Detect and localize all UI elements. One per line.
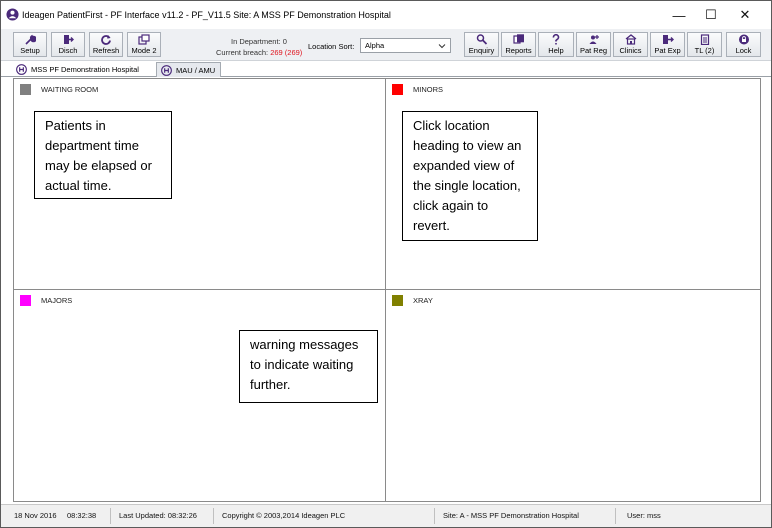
refresh-icon [101, 35, 111, 45]
pat-reg-button[interactable]: Pat Reg [576, 32, 611, 57]
location-sort-label: Location Sort: [308, 42, 355, 51]
clinics-label: Clinics [619, 46, 642, 55]
patient-register-icon [589, 35, 599, 44]
location-color-swatch [392, 295, 403, 306]
location-name: WAITING ROOM [41, 85, 99, 94]
in-department-value: 0 [282, 37, 287, 46]
status-divider [213, 508, 214, 524]
help-icon [552, 34, 560, 45]
search-icon [476, 34, 487, 45]
mode-label: Mode 2 [131, 46, 157, 55]
current-breach-value: 269 (269) [270, 48, 303, 57]
current-breach-stat: Current breach: 269 (269) [216, 48, 302, 57]
reports-label: Reports [505, 46, 532, 55]
maximize-button[interactable]: ☐ [694, 1, 728, 29]
callout-waiting-time-note: Patients in department time may be elaps… [34, 111, 172, 199]
refresh-button[interactable]: Refresh [89, 32, 123, 57]
clinics-button[interactable]: Clinics [613, 32, 648, 57]
title-bar: Ideagen PatientFirst - PF Interface v11.… [1, 1, 771, 29]
lock-icon [738, 34, 749, 45]
disch-button[interactable]: Disch [51, 32, 85, 57]
status-last-updated: Last Updated: 08:32:26 [119, 511, 197, 520]
enquiry-label: Enquiry [468, 46, 495, 55]
close-icon: ✕ [739, 7, 751, 22]
status-date: 18 Nov 2016 [14, 511, 57, 520]
hospital-icon [16, 64, 27, 75]
tab-mau-amu[interactable]: MAU / AMU [156, 62, 222, 77]
location-sort-select[interactable]: Alpha [360, 38, 451, 53]
pat-exp-label: Pat Exp [654, 46, 681, 55]
location-heading-minors[interactable]: MINORS [392, 84, 443, 95]
status-site: Site: A - MSS PF Demonstration Hospital [443, 511, 579, 520]
current-breach-label: Current breach: [216, 48, 271, 57]
app-logo-icon [6, 8, 19, 21]
lock-label: Lock [735, 46, 752, 55]
tab-mss-hospital-label: MSS PF Demonstration Hospital [31, 65, 139, 74]
hospital-icon [161, 64, 172, 76]
lock-button[interactable]: Lock [726, 32, 761, 57]
refresh-label: Refresh [92, 46, 120, 55]
status-time: 08:32:38 [67, 511, 97, 520]
location-name: XRAY [413, 296, 433, 305]
maximize-icon: ☐ [705, 7, 717, 22]
location-color-swatch [20, 84, 31, 95]
location-panel-xray[interactable]: XRAY [386, 290, 760, 501]
status-bar: 18 Nov 2016 08:32:38 Last Updated: 08:32… [1, 504, 771, 527]
help-button[interactable]: Help [538, 32, 574, 57]
location-color-swatch [392, 84, 403, 95]
windows-icon [138, 34, 150, 45]
pat-reg-label: Pat Reg [579, 46, 608, 55]
discharge-icon [64, 35, 74, 44]
status-divider [615, 508, 616, 524]
enquiry-button[interactable]: Enquiry [464, 32, 499, 57]
close-button[interactable]: ✕ [728, 1, 762, 29]
callout-expand-location-note: Click location heading to view an expand… [402, 111, 538, 241]
status-divider [434, 508, 435, 524]
location-heading-majors[interactable]: MAJORS [20, 295, 72, 306]
window-title: Ideagen PatientFirst - PF Interface v11.… [22, 10, 391, 20]
minimize-button[interactable]: — [662, 1, 696, 29]
setup-label: Setup [20, 46, 40, 55]
location-name: MAJORS [41, 296, 73, 305]
location-heading-xray[interactable]: XRAY [392, 295, 433, 306]
site-tab-bar: MSS PF Demonstration Hospital MAU / AMU [1, 61, 771, 77]
app-window: Ideagen PatientFirst - PF Interface v11.… [0, 0, 772, 528]
location-heading-waiting-room[interactable]: WAITING ROOM [20, 84, 98, 95]
location-color-swatch [20, 295, 31, 306]
reports-icon [512, 34, 524, 44]
clinic-icon [625, 34, 636, 45]
mode-button[interactable]: Mode 2 [127, 32, 161, 57]
status-divider [110, 508, 111, 524]
in-department-label: In Department: [231, 37, 283, 46]
disch-label: Disch [58, 46, 78, 55]
tab-mss-hospital[interactable]: MSS PF Demonstration Hospital [16, 62, 139, 77]
task-list-label: TL (2) [694, 46, 715, 55]
reports-button[interactable]: Reports [501, 32, 536, 57]
tab-mau-amu-label: MAU / AMU [176, 65, 216, 75]
task-list-icon [700, 34, 709, 45]
status-user: User: mss [627, 511, 661, 520]
setup-button[interactable]: Setup [13, 32, 47, 57]
wrench-icon [25, 34, 36, 45]
location-sort-value: Alpha [365, 41, 385, 50]
chevron-down-icon [438, 44, 446, 49]
pat-exp-button[interactable]: Pat Exp [650, 32, 685, 57]
in-department-stat: In Department: 0 [231, 37, 287, 46]
location-name: MINORS [413, 85, 443, 94]
status-copyright: Copyright © 2003,2014 Ideagen PLC [222, 511, 346, 520]
help-label: Help [548, 46, 564, 55]
minimize-icon: — [672, 7, 686, 23]
task-list-button[interactable]: TL (2) [687, 32, 722, 57]
callout-warning-messages-note: warning messages to indicate waiting fur… [239, 330, 378, 403]
patient-export-icon [662, 35, 674, 44]
